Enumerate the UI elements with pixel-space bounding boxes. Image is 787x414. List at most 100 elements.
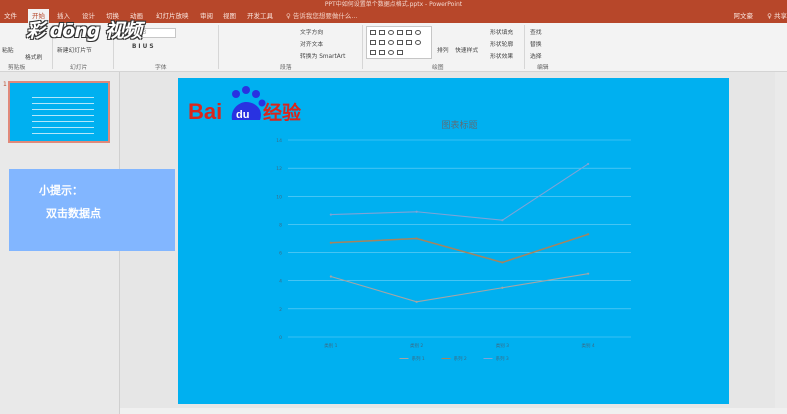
y-tick-label: 0 — [279, 335, 282, 341]
y-tick-label: 6 — [279, 251, 282, 257]
slide-canvas[interactable]: Bai du 经验 图表标题 0 2 4 6 8 10 12 14 类别 1 类别 2 类别 3 类别 … — [178, 78, 729, 404]
convert-smartart-button[interactable]: 转换为 SmartArt — [300, 51, 345, 60]
group-paragraph: 段落 — [280, 65, 292, 71]
tab-developer[interactable]: 开发工具 — [247, 9, 273, 23]
x-tick-label: 类别 3 — [496, 342, 509, 349]
group-editing: 编辑 — [537, 65, 549, 71]
y-tick-label: 12 — [276, 166, 282, 172]
replace-button[interactable]: 替换 — [530, 39, 542, 48]
y-tick-label: 8 — [279, 222, 282, 228]
rectangle-shape-icon[interactable] — [406, 30, 412, 35]
series-line — [330, 273, 589, 303]
rectangle-shape-icon[interactable] — [370, 40, 376, 45]
rectangle-shape-icon[interactable] — [370, 30, 376, 35]
separator — [218, 25, 219, 69]
separator — [524, 25, 525, 69]
y-tick-label: 10 — [276, 194, 282, 200]
y-tick-label: 4 — [279, 279, 282, 285]
watermark-logo: 彩 dōng 视频 — [26, 20, 142, 42]
paw-toe — [232, 90, 240, 98]
select-button[interactable]: 选择 — [530, 51, 542, 60]
group-drawing: 绘图 — [432, 65, 444, 71]
line-chart[interactable]: 图表标题 0 2 4 6 8 10 12 14 类别 1 类别 2 类别 3 类别 4 系列 1 系列 2 系… — [276, 119, 631, 362]
shape-effects-button[interactable]: 形状效果 — [490, 51, 513, 60]
legend-label: 系列 1 — [412, 355, 425, 362]
rectangle-shape-icon[interactable] — [370, 50, 376, 55]
align-text-button[interactable]: 对齐文本 — [300, 39, 323, 48]
section-button[interactable]: 节 — [86, 45, 92, 54]
group-slides: 幻灯片 — [70, 65, 88, 71]
data-point — [329, 213, 332, 216]
x-tick-label: 类别 1 — [324, 342, 337, 349]
paw-toe — [252, 90, 260, 98]
tab-review[interactable]: 审阅 — [200, 9, 213, 23]
y-tick-label: 2 — [279, 307, 282, 313]
separator — [362, 25, 363, 69]
logo-du: du — [236, 109, 249, 121]
arrange-button[interactable]: 排列 — [437, 45, 449, 54]
text-direction-button[interactable]: 文字方向 — [300, 27, 323, 36]
thumbnail-line — [32, 127, 94, 128]
data-point — [415, 237, 418, 240]
series-line — [330, 233, 589, 264]
group-clipboard: 剪贴板 — [8, 65, 26, 71]
shapes-gallery[interactable] — [366, 26, 432, 59]
baidu-logo: Bai du 经验 — [188, 86, 302, 124]
thumbnail-line — [32, 103, 94, 104]
rectangle-shape-icon[interactable] — [379, 50, 385, 55]
data-point — [501, 219, 504, 222]
chart-title: 图表标题 — [441, 119, 477, 131]
thumbnail-line — [32, 115, 94, 116]
slide-thumbnail[interactable] — [8, 81, 110, 143]
status-bar — [120, 408, 787, 414]
series-line — [330, 163, 589, 221]
y-tick-label: 14 — [276, 138, 282, 144]
oval-shape-icon[interactable] — [415, 30, 421, 35]
thumbnail-number: 1 — [3, 81, 7, 88]
rectangle-shape-icon[interactable] — [379, 30, 385, 35]
bold-button[interactable]: B I U S — [132, 44, 154, 50]
rectangle-shape-icon[interactable] — [397, 50, 403, 55]
rectangle-shape-icon[interactable] — [406, 40, 412, 45]
group-font: 字体 — [155, 65, 167, 71]
x-tick-label: 类别 2 — [410, 342, 423, 349]
legend-label: 系列 2 — [454, 355, 467, 362]
thumbnail-line — [32, 97, 94, 98]
data-point — [415, 300, 418, 303]
rectangle-shape-icon[interactable] — [397, 40, 403, 45]
data-point — [587, 272, 590, 275]
shape-outline-button[interactable]: 形状轮廓 — [490, 39, 513, 48]
data-point — [415, 210, 418, 213]
x-tick-label: 类别 4 — [581, 342, 594, 349]
paste-button[interactable]: 粘贴 — [2, 45, 14, 54]
thumbnail-line — [32, 109, 94, 110]
window-title: PPT中如何设置单个数据点格式.pptx - PowerPoint — [0, 0, 787, 9]
data-point — [587, 233, 590, 236]
oval-shape-icon[interactable] — [388, 30, 394, 35]
find-button[interactable]: 查找 — [530, 27, 542, 36]
oval-shape-icon[interactable] — [388, 50, 394, 55]
rectangle-shape-icon[interactable] — [379, 40, 385, 45]
data-point — [329, 241, 332, 244]
legend-label: 系列 3 — [496, 355, 509, 362]
new-slide-button[interactable]: 新建幻灯片 — [57, 45, 86, 54]
oval-shape-icon[interactable] — [388, 40, 394, 45]
user-name[interactable]: 阿文豪 — [734, 9, 754, 23]
data-point — [501, 261, 504, 264]
logo-bai: Bai — [188, 99, 222, 124]
tab-file[interactable]: 文件 — [4, 9, 17, 23]
thumbnail-line — [32, 121, 94, 122]
rectangle-shape-icon[interactable] — [397, 30, 403, 35]
shape-fill-button[interactable]: 形状填充 — [490, 27, 513, 36]
format-painter-button[interactable]: 格式刷 — [25, 52, 42, 61]
data-point — [329, 275, 332, 278]
quick-styles-button[interactable]: 快速样式 — [455, 45, 478, 54]
tab-view[interactable]: 视图 — [223, 9, 236, 23]
share-button[interactable]: ♀ 共享 — [767, 9, 787, 23]
tell-me-search[interactable]: ♀ 告诉我您想要做什么... — [286, 9, 358, 23]
tip-title: 小提示： — [39, 184, 83, 197]
oval-shape-icon[interactable] — [415, 40, 421, 45]
vertical-scrollbar[interactable] — [775, 72, 787, 408]
tab-slideshow[interactable]: 幻灯片放映 — [156, 9, 189, 23]
thumbnail-line — [32, 133, 94, 134]
